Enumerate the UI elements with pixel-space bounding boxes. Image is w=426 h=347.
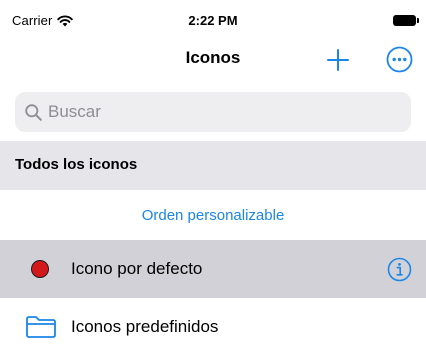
list-item-predefined-icons[interactable]: Iconos predefinidos bbox=[0, 298, 426, 347]
search-icon bbox=[25, 103, 42, 121]
list-item-label: Icono por defecto bbox=[71, 259, 203, 278]
custom-order-button[interactable]: Orden personalizable bbox=[0, 207, 426, 224]
search-bar[interactable] bbox=[15, 92, 411, 132]
plus-icon[interactable] bbox=[325, 47, 351, 73]
navigation-bar: Iconos bbox=[0, 40, 426, 82]
search-input[interactable] bbox=[48, 102, 388, 122]
list-item-label: Iconos predefinidos bbox=[71, 317, 219, 336]
clock: 2:22 PM bbox=[188, 13, 238, 28]
list-item-default-icon[interactable]: Icono por defecto bbox=[0, 240, 426, 298]
folder-icon bbox=[26, 316, 56, 338]
section-title: Todos los iconos bbox=[15, 156, 138, 173]
status-bar: Carrier 2:22 PM bbox=[0, 0, 426, 40]
red-dot-icon bbox=[31, 260, 49, 278]
info-icon[interactable] bbox=[387, 257, 412, 282]
section-header: Todos los iconos bbox=[0, 141, 426, 190]
sort-row: Orden personalizable bbox=[0, 190, 426, 240]
page-title: Iconos bbox=[185, 48, 241, 67]
ellipsis-circle-icon[interactable] bbox=[386, 46, 413, 73]
battery-icon bbox=[393, 15, 419, 26]
screen: Carrier 2:22 PM Iconos Todos los bbox=[0, 0, 426, 347]
